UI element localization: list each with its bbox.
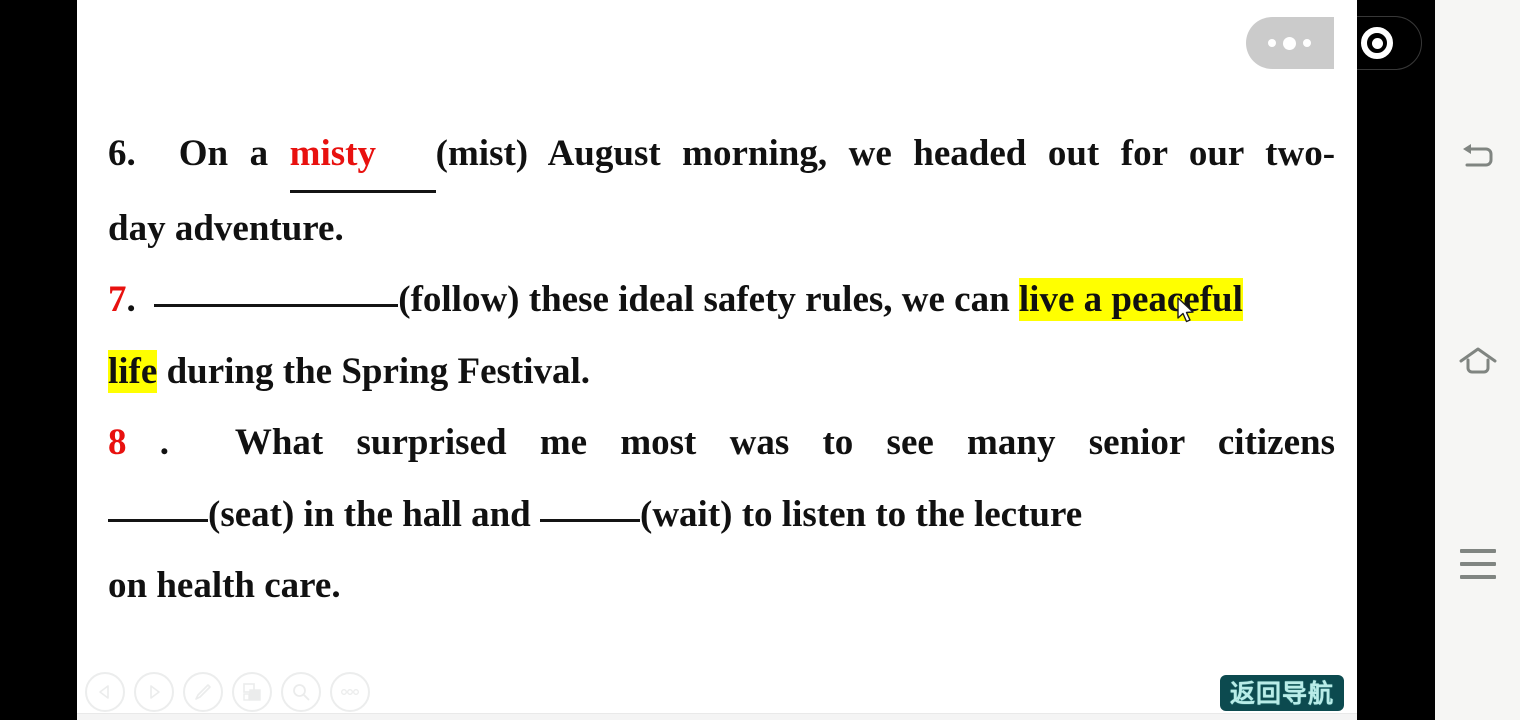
more-dots-icon — [341, 689, 359, 695]
question-6-line-2: day adventure. — [108, 193, 1335, 265]
question-7-text-b: during the Spring Festival. — [166, 350, 591, 392]
question-6-text-c: day adventure. — [108, 207, 344, 249]
magnifier-icon — [293, 684, 310, 701]
search-button[interactable] — [281, 672, 321, 712]
question-6-number: 6 — [108, 133, 127, 174]
pages-button[interactable] — [232, 672, 272, 712]
question-8-text-a: What surprised me most was to see many s… — [234, 422, 1335, 463]
system-nav-bar — [1435, 0, 1520, 720]
question-6-dot: . — [126, 133, 136, 174]
question-8-number: 8 — [108, 422, 127, 463]
question-8-dot: . — [159, 422, 169, 463]
target-circle-icon — [1361, 27, 1394, 59]
more-dots-icon — [1268, 36, 1312, 50]
home-icon — [1459, 347, 1496, 374]
question-6-line-1: 6. On a misty (mist) August morning, we h… — [108, 118, 1335, 193]
question-8-blank-2[interactable] — [540, 492, 641, 522]
question-7-line-2: life during the Spring Festival. — [108, 336, 1335, 408]
back-to-navigation-button[interactable]: 返回导航 — [1219, 675, 1344, 711]
question-8-line-1: 8 . What surprised me most was to see ma… — [108, 407, 1335, 479]
bottom-strip — [77, 713, 1357, 720]
hamburger-menu-icon — [1459, 549, 1496, 579]
pen-icon — [195, 684, 211, 700]
sysnav-menu-button[interactable] — [1435, 524, 1520, 604]
screen: 6. On a misty (mist) August morning, we h… — [0, 0, 1520, 720]
back-arrow-icon — [1462, 144, 1492, 167]
question-8-text-c: (wait) to listen to the lecture — [640, 493, 1083, 535]
question-8-blank-1[interactable] — [108, 492, 208, 522]
miniprogram-capsule[interactable] — [1245, 16, 1422, 70]
triangle-left-icon — [99, 685, 109, 699]
letterbox-left — [0, 0, 77, 720]
sysnav-home-button[interactable] — [1435, 321, 1520, 401]
next-page-button[interactable] — [134, 672, 174, 712]
pen-button[interactable] — [183, 672, 223, 712]
capsule-close-button[interactable] — [1334, 17, 1422, 69]
question-7-highlight-1: live a peaceful — [1018, 278, 1243, 321]
question-8-line-3: on health care. — [108, 550, 1335, 622]
question-8-text-b: (seat) in the hall and — [208, 493, 531, 535]
document-content: 6. On a misty (mist) August morning, we h… — [77, 0, 1357, 660]
question-7-blank[interactable] — [154, 277, 399, 307]
question-6-answer: misty — [289, 133, 376, 174]
document-page[interactable]: 6. On a misty (mist) August morning, we h… — [77, 0, 1357, 720]
question-8: 8 . What surprised me most was to see ma… — [108, 407, 1335, 622]
sysnav-back-button[interactable] — [1435, 117, 1520, 197]
question-7-highlight-2: life — [108, 349, 158, 393]
capsule-menu-button[interactable] — [1246, 17, 1334, 69]
question-8-line-2: (seat) in the hall and (wait) to listen … — [108, 479, 1335, 551]
question-6-answer-blank[interactable]: misty — [289, 118, 436, 193]
question-7-dot: . — [126, 279, 136, 320]
question-6-text-a: On a — [178, 133, 269, 174]
question-7-line-1: 7. (follow) these ideal safety rules, we… — [108, 264, 1335, 336]
question-8-text-d: on health care. — [108, 565, 341, 606]
letterbox-right — [1357, 0, 1435, 720]
copy-pages-icon — [243, 683, 261, 701]
question-6: 6. On a misty (mist) August morning, we h… — [108, 118, 1335, 264]
question-7-number: 7 — [108, 279, 127, 320]
question-6-text-b: (mist) August morning, we headed out for… — [435, 133, 1336, 174]
triangle-right-icon — [150, 685, 160, 699]
question-7-text-a: (follow) these ideal safety rules, we ca… — [398, 279, 1010, 320]
question-7: 7. (follow) these ideal safety rules, we… — [108, 264, 1335, 407]
more-button[interactable] — [330, 672, 370, 712]
prev-page-button[interactable] — [85, 672, 125, 712]
